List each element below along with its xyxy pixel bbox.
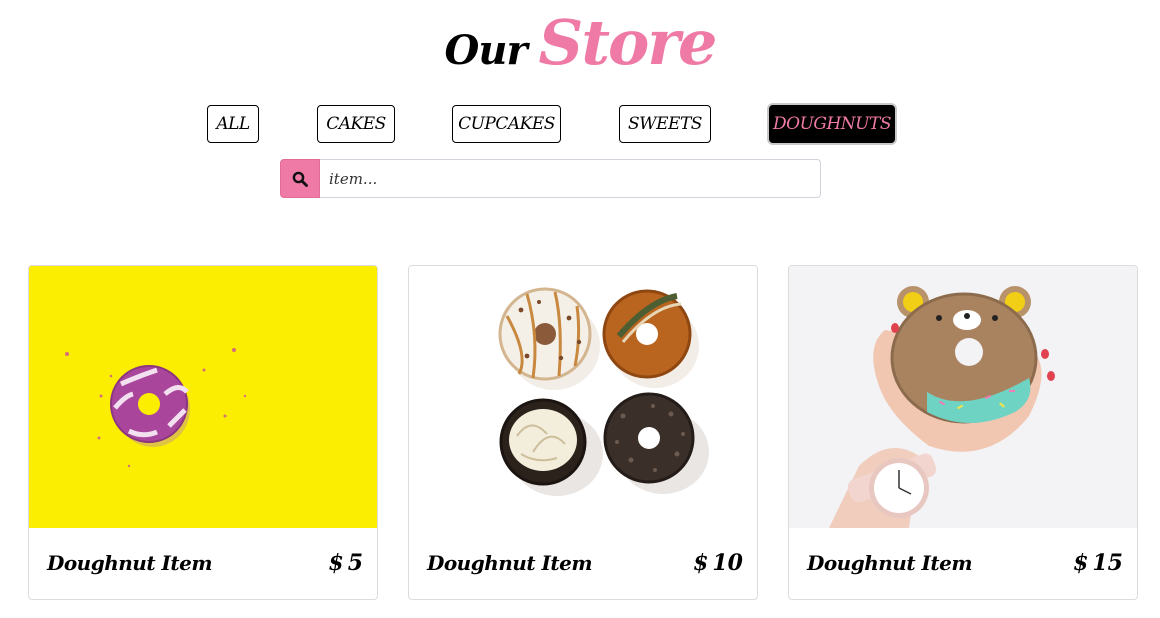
title-main: Store [538, 6, 718, 79]
product-card[interactable]: Doughnut Item $10 [408, 265, 758, 600]
title-prefix: Our [444, 27, 528, 74]
product-card[interactable]: Doughnut Item $15 [788, 265, 1138, 600]
search-input[interactable] [320, 159, 821, 198]
product-image-pink-doughnut[interactable] [29, 266, 377, 528]
product-card[interactable]: Doughnut Item $5 [28, 265, 378, 600]
product-card-body: Doughnut Item $15 [789, 527, 1137, 599]
filter-doughnuts-button[interactable]: DOUGHNUTS [769, 105, 895, 143]
product-price: $10 [693, 550, 743, 576]
product-name: Doughnut Item [47, 551, 213, 575]
product-price: $15 [1073, 550, 1123, 576]
filter-cupcakes-button[interactable]: CUPCAKES [452, 105, 561, 143]
product-card-body: Doughnut Item $10 [409, 527, 757, 599]
product-image-four-doughnuts[interactable] [409, 266, 757, 528]
filter-all-button[interactable]: ALL [207, 105, 259, 143]
product-price: $5 [328, 550, 363, 576]
product-name: Doughnut Item [807, 551, 973, 575]
page-title: Our Store [0, 6, 1160, 79]
product-name: Doughnut Item [427, 551, 593, 575]
search-bar [280, 159, 821, 198]
store-page: Our Store ALL CAKES CUPCAKES SWEETS DOUGH… [0, 0, 1160, 618]
search-button[interactable] [280, 159, 320, 198]
search-icon [292, 171, 308, 187]
filter-cakes-button[interactable]: CAKES [317, 105, 395, 143]
product-card-body: Doughnut Item $5 [29, 527, 377, 599]
product-image-bear-doughnut[interactable] [789, 266, 1137, 528]
filter-sweets-button[interactable]: SWEETS [619, 105, 711, 143]
